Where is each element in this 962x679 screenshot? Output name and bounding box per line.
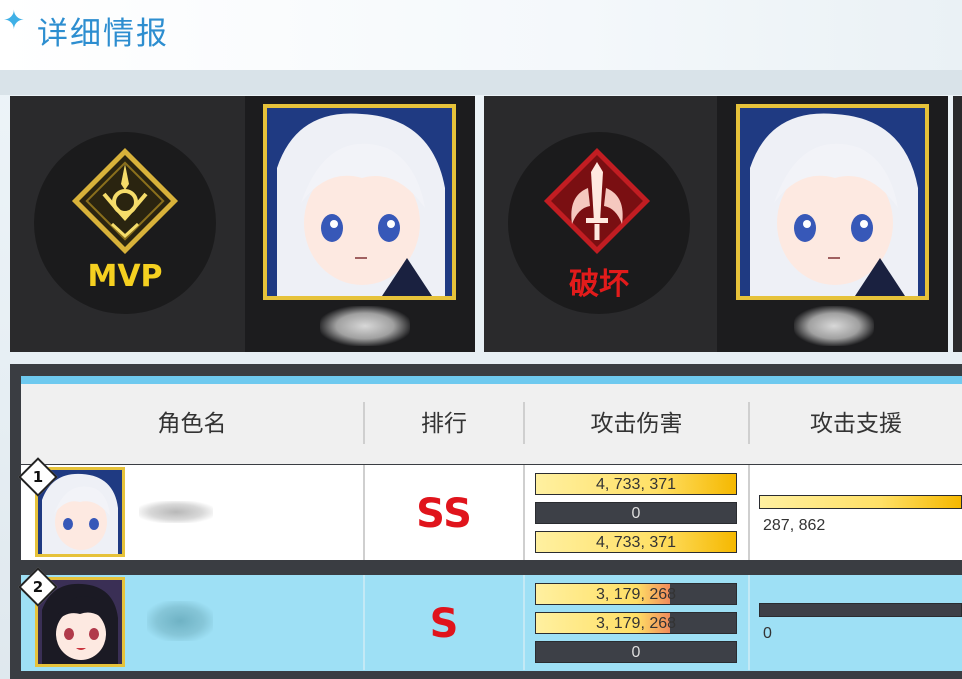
row-divider <box>748 465 750 560</box>
header-attack: 攻击伤害 <box>590 411 683 437</box>
header-name: 角色名 <box>157 411 227 437</box>
player-name-redacted <box>794 306 874 346</box>
damage-bar: 4, 733, 371 <box>535 473 737 495</box>
damage-bar-value: 3, 179, 268 <box>595 586 677 603</box>
player-name-redacted <box>147 601 213 641</box>
row-divider <box>523 575 525 670</box>
table-row[interactable]: 2 S 3, 179, 268 3, 179, 268 0 0 <box>18 567 962 671</box>
character-portrait-art <box>740 108 925 296</box>
award-card-mvp[interactable]: MVP <box>10 96 475 352</box>
support-value: 287, 862 <box>763 517 826 534</box>
damage-bar-value: 3, 179, 268 <box>595 615 677 632</box>
sword-wings-icon <box>543 147 651 255</box>
award-label: 破坏 <box>569 267 629 302</box>
table-accent-bar <box>21 376 962 384</box>
support-bar <box>759 495 962 509</box>
mvp-emblem-icon <box>71 147 179 255</box>
damage-bar: 4, 733, 371 <box>535 531 737 553</box>
header-rank: 排行 <box>421 411 467 437</box>
award-card-edge <box>953 96 962 352</box>
page-title: 详细情报 <box>37 16 169 52</box>
character-portrait-art <box>267 108 452 296</box>
sparkle-icon: ✦ <box>3 6 25 36</box>
table-header: 角色名 排行 攻击伤害 攻击支援 <box>21 384 962 464</box>
damage-bar-value: 4, 733, 371 <box>595 476 677 493</box>
damage-bar-value: 4, 733, 371 <box>595 534 677 551</box>
divider-strip <box>0 70 962 95</box>
results-table: 角色名 排行 攻击伤害 攻击支援 1 SS 4, 733, 371 0 4, 7… <box>10 364 962 679</box>
grade-label: SS <box>416 491 472 537</box>
award-card-destroy[interactable]: 破坏 <box>484 96 948 352</box>
character-portrait <box>263 104 456 300</box>
damage-bar: 0 <box>535 641 737 663</box>
table-row[interactable]: 1 SS 4, 733, 371 0 4, 733, 371 287, 862 <box>18 457 962 560</box>
damage-bar-value: 0 <box>631 505 641 522</box>
support-bar <box>759 603 962 617</box>
damage-bar: 0 <box>535 502 737 524</box>
row-divider <box>748 575 750 670</box>
character-portrait <box>736 104 929 300</box>
grade-label: S <box>429 601 459 647</box>
support-value: 0 <box>763 625 772 642</box>
row-divider <box>523 465 525 560</box>
player-name-redacted <box>139 501 213 523</box>
award-label: MVP <box>87 259 163 294</box>
damage-bar: 3, 179, 268 <box>535 612 737 634</box>
damage-bar: 3, 179, 268 <box>535 583 737 605</box>
damage-bar-value: 0 <box>631 644 641 661</box>
title-bar: ✦ 详细情报 <box>0 0 962 70</box>
header-support: 攻击支援 <box>810 411 902 437</box>
rank-number: 2 <box>32 578 44 596</box>
player-name-redacted <box>320 306 410 346</box>
rank-number: 1 <box>32 468 44 486</box>
